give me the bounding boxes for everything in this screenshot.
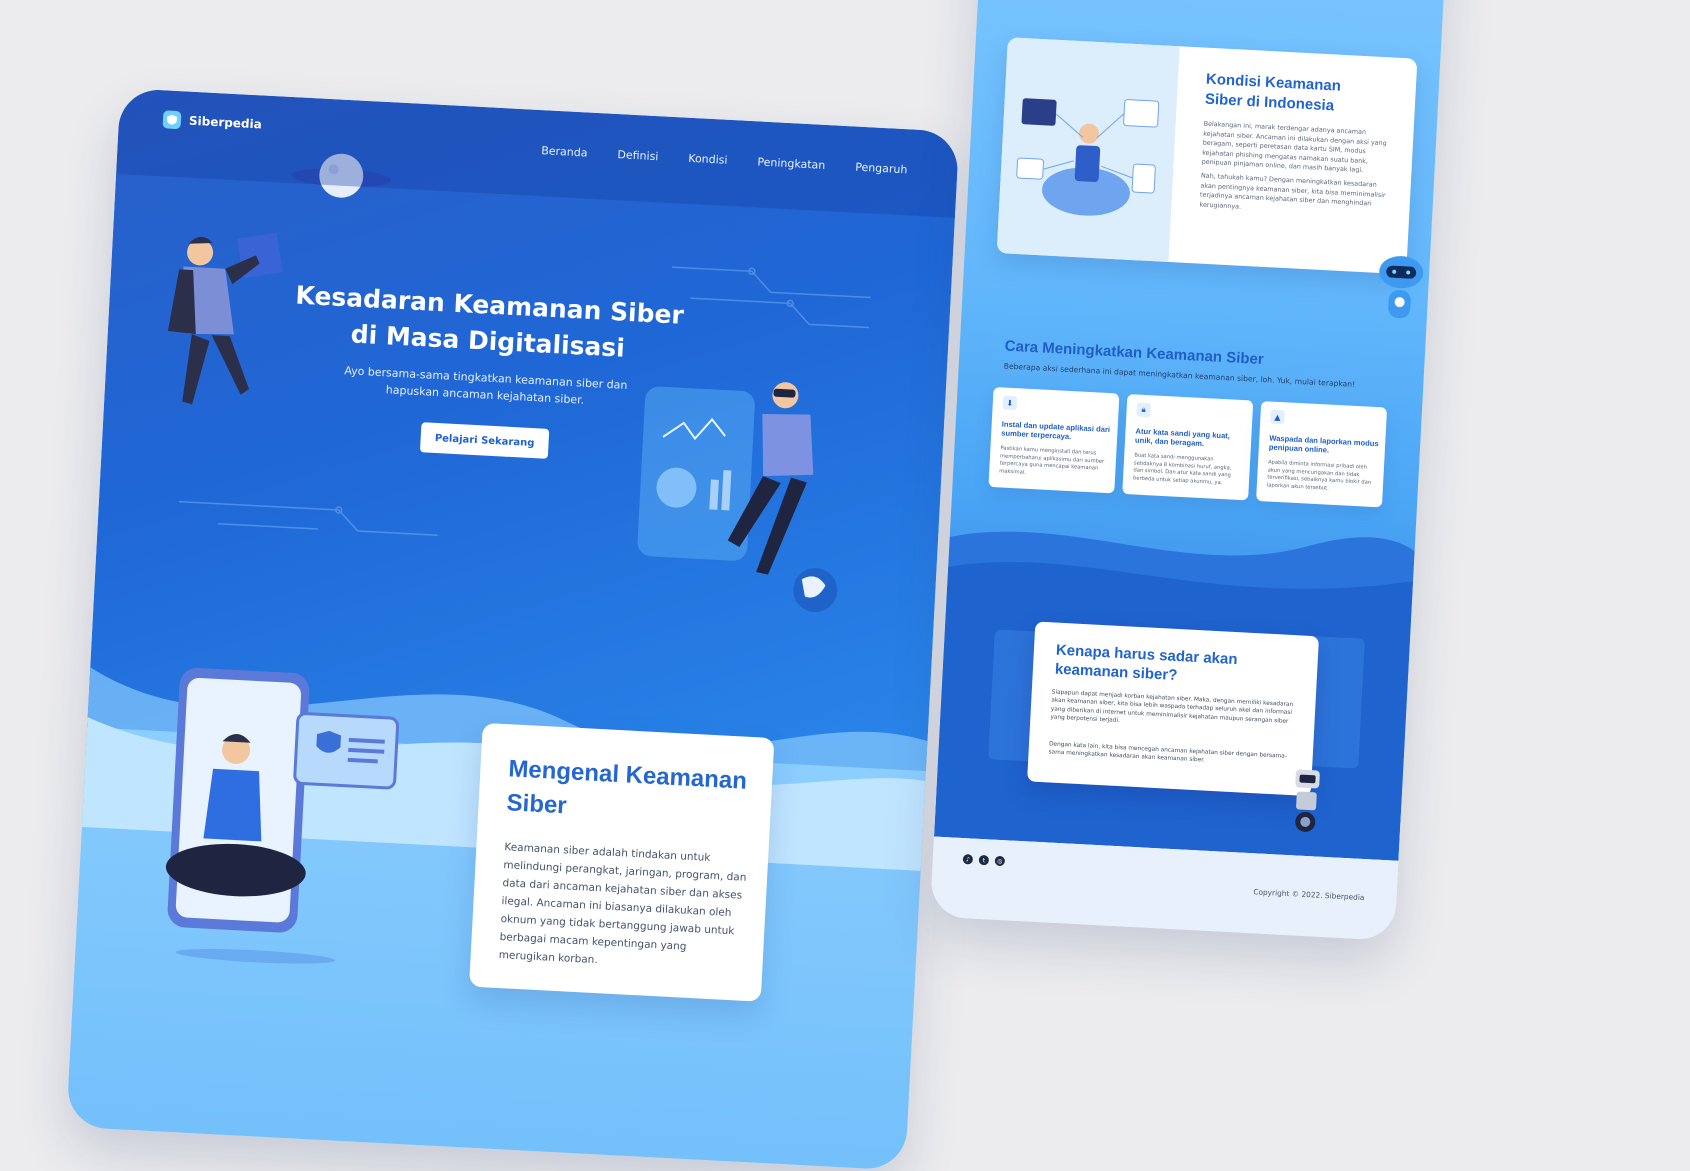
robot-wheel-illustration bbox=[1295, 769, 1320, 832]
why-paragraph-2: Dengan kata lain, kita bisa mencegah anc… bbox=[1048, 741, 1288, 764]
tip-body: Apabila diminta informasi pribadi oleh a… bbox=[1266, 459, 1372, 492]
nav-item-peningkatan[interactable]: Peningkatan bbox=[757, 155, 826, 172]
brand-name: Siberpedia bbox=[188, 113, 263, 132]
tip-title: Atur kata sandi yang kuat, unik, dan ber… bbox=[1134, 426, 1231, 449]
social-links: ♪ t ◎ bbox=[962, 854, 1006, 867]
condition-card: Kondisi Keamanan Siber di Indonesia Bela… bbox=[996, 37, 1418, 275]
nav-item-kondisi[interactable]: Kondisi bbox=[688, 152, 728, 167]
why-paragraph-1: Siapapun dapat menjadi korban kejahatan … bbox=[1050, 689, 1294, 725]
circuit-decoration bbox=[671, 266, 871, 329]
twitter-icon[interactable]: t bbox=[978, 854, 990, 866]
learn-now-button[interactable]: Pelajari Sekarang bbox=[419, 422, 550, 459]
nav-item-beranda[interactable]: Beranda bbox=[541, 144, 588, 159]
lock-icon: 🔒︎ bbox=[1136, 402, 1152, 418]
condition-paragraph-1: Belakangan ini, marak terdengar adanya a… bbox=[1201, 119, 1387, 175]
landing-page-mockup-left: Siberpedia Beranda Definisi Kondisi Peni… bbox=[66, 88, 960, 1171]
condition-paragraph-2: Nah, tahukah kamu? Dengan meningkatkan k… bbox=[1199, 171, 1386, 211]
tip-title: Instal dan update aplikasi dari sumber t… bbox=[1001, 419, 1111, 442]
tip-card: ⬇ Instal dan update aplikasi dari sumber… bbox=[988, 386, 1120, 494]
why-aware-card: Kenapa harus sadar akan keamanan siber? … bbox=[1027, 621, 1320, 797]
improve-subtitle: Beberapa aksi sederhana ini dapat mening… bbox=[1003, 361, 1356, 389]
network-illustration bbox=[996, 37, 1180, 262]
vr-man-illustration bbox=[637, 382, 838, 613]
navbar: Siberpedia Beranda Definisi Kondisi Peni… bbox=[116, 88, 960, 218]
tip-title: Waspada dan laporkan modus penipuan onli… bbox=[1268, 433, 1379, 455]
instagram-icon[interactable]: ◎ bbox=[994, 855, 1006, 867]
robot-illustration bbox=[1379, 256, 1424, 319]
tip-body: Buat kata sandi menggunakan setidaknya 8… bbox=[1132, 452, 1232, 486]
about-title: Mengenal Keamanan Siber bbox=[505, 755, 748, 820]
about-cyber-security-card: Mengenal Keamanan Siber Keamanan siber a… bbox=[469, 722, 775, 1002]
why-title: Kenapa harus sadar akan keamanan siber? bbox=[1054, 641, 1238, 684]
hero-title: Kesadaran Keamanan Siber di Masa Digital… bbox=[294, 280, 685, 363]
warning-icon: ▲ bbox=[1270, 409, 1285, 425]
tips-list: ⬇ Instal dan update aplikasi dari sumber… bbox=[988, 386, 1388, 508]
shield-wifi-icon bbox=[162, 110, 182, 130]
brand-logo[interactable]: Siberpedia bbox=[162, 110, 263, 133]
circuit-decoration bbox=[178, 500, 438, 536]
phone-illustration bbox=[165, 667, 400, 964]
landing-page-mockup-right: Kondisi Keamanan Siber di Indonesia Bela… bbox=[929, 0, 1450, 941]
nav-item-pengaruh[interactable]: Pengaruh bbox=[855, 161, 908, 177]
tip-card: 🔒︎ Atur kata sandi yang kuat, unik, dan … bbox=[1122, 394, 1254, 501]
download-icon: ⬇ bbox=[1002, 395, 1018, 411]
tip-card: ▲ Waspada dan laporkan modus penipuan on… bbox=[1256, 401, 1388, 508]
tiktok-icon[interactable]: ♪ bbox=[962, 854, 974, 865]
nav-item-definisi[interactable]: Definisi bbox=[617, 148, 659, 163]
nav-links: Beranda Definisi Kondisi Peningkatan Pen… bbox=[541, 144, 908, 176]
about-body: Keamanan siber adalah tindakan untuk mel… bbox=[498, 841, 747, 967]
hero-subtitle: Ayo bersama-sama tingkatkan keamanan sib… bbox=[344, 364, 628, 407]
copyright-text: Copyright © 2022. Siberpedia bbox=[1253, 887, 1365, 903]
tip-body: Pastikan kamu menginstall dan terus memp… bbox=[999, 445, 1105, 476]
condition-title: Kondisi Keamanan Siber di Indonesia bbox=[1204, 70, 1342, 115]
